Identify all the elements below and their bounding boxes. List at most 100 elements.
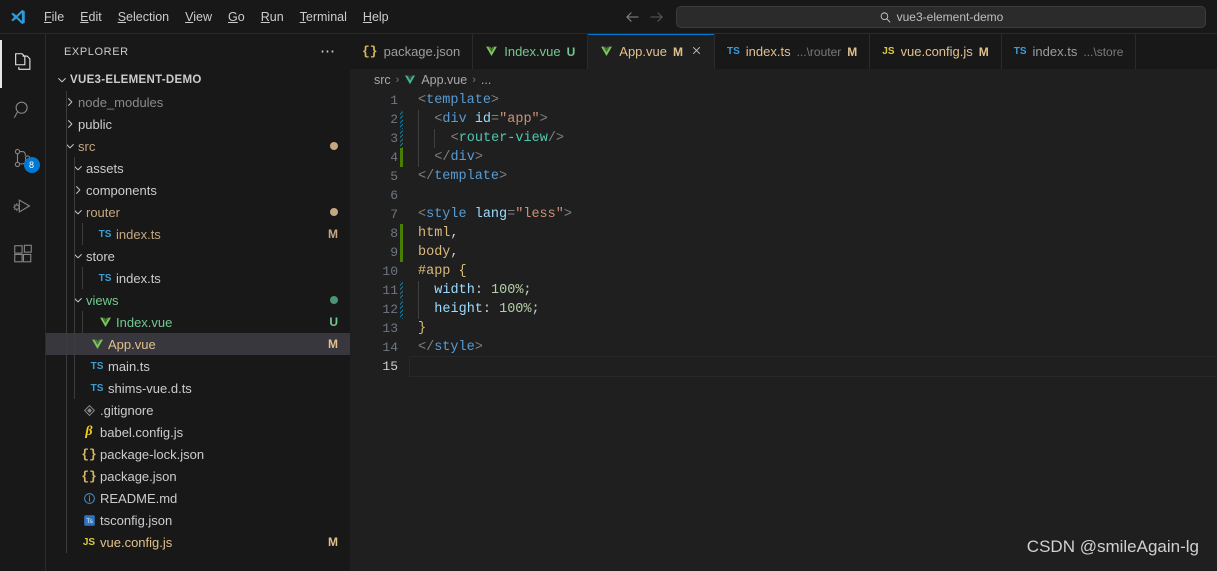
code-line-text: </div> [418, 150, 483, 165]
title-bar: File Edit Selection View Go Run Terminal… [0, 0, 1217, 34]
code-line[interactable]: <div id="app"> [410, 110, 1217, 129]
files-icon [12, 51, 34, 78]
chevron-down-icon[interactable] [70, 294, 86, 306]
menu-item-edit[interactable]: Edit [72, 7, 110, 27]
activity-item-search[interactable] [0, 88, 46, 136]
menu-item-file[interactable]: File [36, 7, 72, 27]
code-line[interactable]: body, [410, 243, 1217, 262]
chevron-down-icon[interactable] [54, 74, 70, 86]
editor-tab-index.ts[interactable]: TSindex.ts...\routerM [715, 34, 870, 69]
chevron-right-icon[interactable] [62, 118, 78, 130]
tree-item-app.vue[interactable]: App.vueM [46, 333, 350, 355]
activity-item-source-control[interactable]: 8 [0, 136, 46, 184]
tree-item-src[interactable]: src [46, 135, 350, 157]
code-line[interactable]: <template> [410, 91, 1217, 110]
code-line[interactable]: </template> [410, 167, 1217, 186]
ellipsis-icon[interactable]: ⋯ [314, 47, 342, 57]
menu-bar[interactable]: File Edit Selection View Go Run Terminal… [36, 0, 397, 33]
tree-item-main.ts[interactable]: TSmain.ts [46, 355, 350, 377]
code-line[interactable]: width: 100%; [410, 281, 1217, 300]
chevron-down-icon[interactable] [62, 140, 78, 152]
vue-file-icon [94, 316, 116, 329]
tree-item-node-modules[interactable]: node_modules [46, 91, 350, 113]
chevron-down-icon[interactable] [70, 162, 86, 174]
arrow-right-icon[interactable] [644, 5, 668, 29]
indent-guide [66, 443, 67, 465]
tree-item-shims-vue.d.ts[interactable]: TSshims-vue.d.ts [46, 377, 350, 399]
line-number: 10 [350, 262, 410, 281]
code-line[interactable]: <style lang="less"> [410, 205, 1217, 224]
code-line[interactable]: </style> [410, 338, 1217, 357]
editor-tab-package.json[interactable]: {}package.json [350, 34, 473, 69]
tree-item-components[interactable]: components [46, 179, 350, 201]
code-token: height [434, 302, 483, 317]
tab-git-badge: U [567, 45, 576, 59]
code-line[interactable] [410, 186, 1217, 205]
tree-item-vue.config.js[interactable]: JSvue.config.jsM [46, 531, 350, 553]
activity-bar[interactable]: 8 [0, 34, 46, 571]
code-line[interactable]: html, [410, 224, 1217, 243]
code-token: body [418, 245, 450, 260]
activity-item-run-and-debug[interactable] [0, 184, 46, 232]
tree-item-router[interactable]: router [46, 201, 350, 223]
tree-item-package-lock.json[interactable]: {}package-lock.json [46, 443, 350, 465]
tree-item-package.json[interactable]: {}package.json [46, 465, 350, 487]
code-line-text: html, [418, 226, 459, 241]
indent-guide [74, 333, 75, 355]
tree-item-store[interactable]: store [46, 245, 350, 267]
menu-item-selection[interactable]: Selection [110, 7, 177, 27]
chevron-down-icon[interactable] [70, 250, 86, 262]
search-input[interactable]: vue3-element-demo [676, 6, 1206, 28]
code-line-text: <template> [418, 93, 499, 108]
tree-item-label: main.ts [108, 359, 338, 374]
editor-tab-bar[interactable]: {}package.jsonIndex.vueUApp.vueMTSindex.… [350, 34, 1217, 69]
breadcrumb-item-file[interactable]: App.vue [421, 73, 467, 87]
code-line[interactable]: <router-view/> [410, 129, 1217, 148]
arrow-left-icon[interactable] [620, 5, 644, 29]
chevron-down-icon[interactable] [70, 206, 86, 218]
editor-tab-index.vue[interactable]: Index.vueU [473, 34, 588, 69]
activity-item-extensions[interactable] [0, 232, 46, 280]
chevron-right-icon[interactable] [62, 96, 78, 108]
code-line-text: body, [418, 245, 459, 260]
menu-item-go[interactable]: Go [220, 7, 253, 27]
editor-tab-vue.config.js[interactable]: JSvue.config.jsM [870, 34, 1002, 69]
chevron-right-icon[interactable] [70, 184, 86, 196]
tree-item-tsconfig.json[interactable]: Tstsconfig.json [46, 509, 350, 531]
breadcrumb[interactable]: src › App.vue › ... [350, 69, 1217, 91]
close-icon[interactable] [691, 45, 702, 58]
tree-item-.gitignore[interactable]: .gitignore [46, 399, 350, 421]
code-line[interactable]: } [410, 319, 1217, 338]
menu-item-view[interactable]: View [177, 7, 220, 27]
indent-guide [66, 311, 67, 333]
ts-file-icon: TS [86, 361, 108, 372]
editor-tab-index.ts[interactable]: TSindex.ts...\store [1002, 34, 1137, 69]
code-line[interactable]: </div> [410, 148, 1217, 167]
code-line[interactable]: height: 100%; [410, 300, 1217, 319]
activity-item-explorer[interactable] [0, 40, 46, 88]
code-token: < [451, 131, 459, 146]
editor-tab-app.vue[interactable]: App.vueM [588, 34, 715, 69]
breadcrumb-item-symbol[interactable]: ... [481, 73, 491, 87]
tree-item-babel.config.js[interactable]: βbabel.config.js [46, 421, 350, 443]
tree-root-vue3-element-demo[interactable]: VUE3-ELEMENT-DEMO [46, 69, 350, 91]
git-status-dot [330, 142, 338, 150]
menu-item-terminal[interactable]: Terminal [292, 7, 355, 27]
tree-item-public[interactable]: public [46, 113, 350, 135]
code-content[interactable]: <template> <div id="app"><router-view/> </… [410, 91, 1217, 571]
tree-item-readme.md[interactable]: README.md [46, 487, 350, 509]
code-editor[interactable]: 123456789101112131415 <template><div id=… [350, 91, 1217, 571]
tree-item-assets[interactable]: assets [46, 157, 350, 179]
tree-item-index.vue[interactable]: Index.vueU [46, 311, 350, 333]
code-line[interactable] [410, 357, 1217, 376]
tree-item-index.ts[interactable]: TSindex.ts [46, 267, 350, 289]
breadcrumb-item-src[interactable]: src [374, 73, 391, 87]
menu-item-run[interactable]: Run [253, 7, 292, 27]
menu-item-help[interactable]: Help [355, 7, 397, 27]
code-line[interactable]: #app { [410, 262, 1217, 281]
tree-item-views[interactable]: views [46, 289, 350, 311]
tree-item-index.ts[interactable]: TSindex.tsM [46, 223, 350, 245]
extensions-icon [12, 243, 34, 270]
file-tree[interactable]: VUE3-ELEMENT-DEMOnode_modulespublicsrcas… [46, 69, 350, 571]
indent-guide [74, 355, 75, 377]
